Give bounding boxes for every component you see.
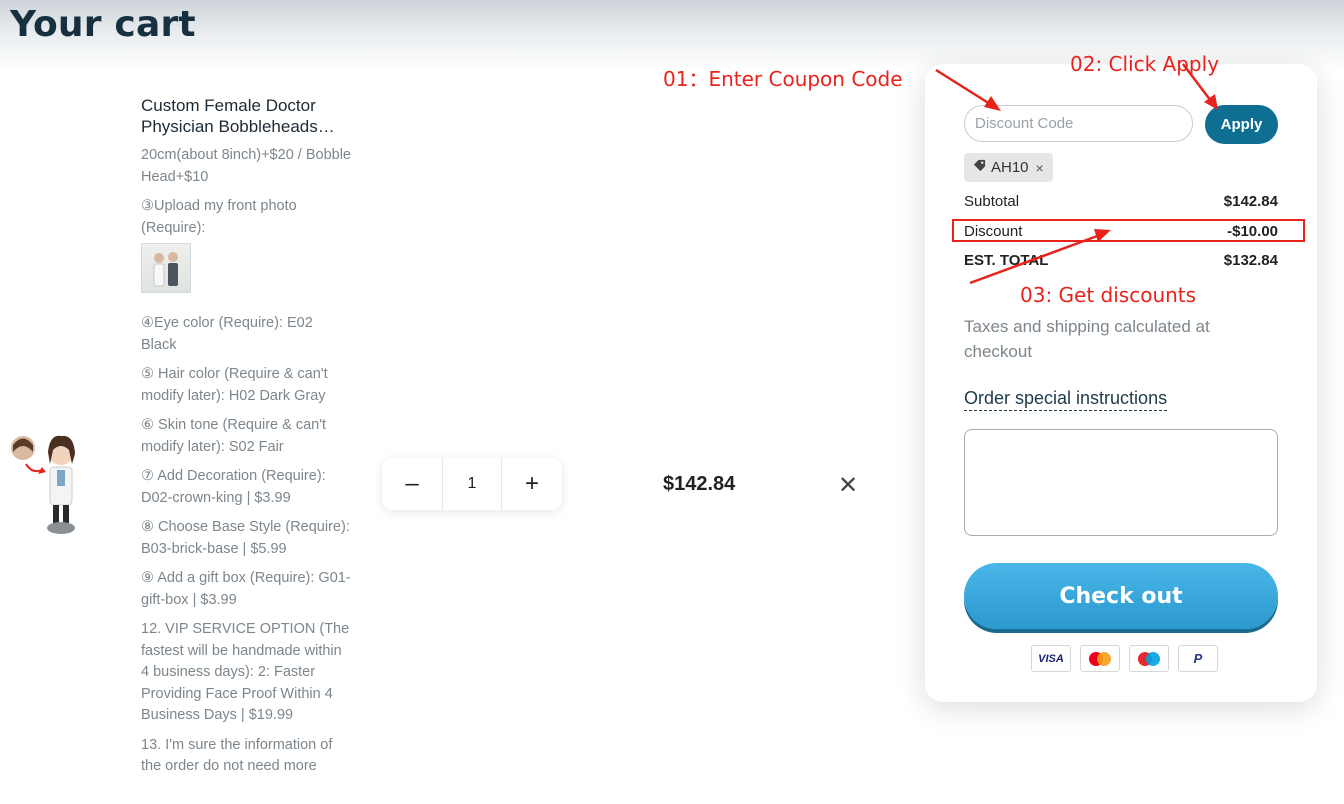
- subtotal-row: Subtotal $142.84: [964, 193, 1278, 210]
- tax-shipping-note: Taxes and shipping calculated at checkou…: [964, 317, 1210, 361]
- option-confirmation: 13. I'm sure the information of the orde…: [141, 736, 333, 775]
- annotation-step-2: 02: Click Apply: [1070, 52, 1220, 76]
- total-label: EST. TOTAL: [964, 252, 1049, 269]
- applied-coupon-tag: AH10 ×: [964, 153, 1053, 182]
- uploaded-photo-thumbnail: [141, 243, 191, 293]
- checkout-button[interactable]: Check out: [964, 563, 1278, 629]
- discount-code-input[interactable]: [964, 105, 1193, 142]
- option-size: 20cm(about 8inch)+$20 / Bobble Head+$10: [141, 147, 351, 185]
- payment-methods: VISA P: [1031, 645, 1218, 672]
- remove-coupon-button[interactable]: ×: [1036, 160, 1044, 176]
- option-upload-photo: ③Upload my front photo (Require):: [141, 198, 297, 236]
- option-vip-service: 12. VIP SERVICE OPTION (The fastest will…: [141, 621, 350, 723]
- paypal-icon: P: [1178, 645, 1218, 672]
- annotation-step-1: 01：Enter Coupon Code: [663, 67, 903, 91]
- apply-discount-button[interactable]: Apply: [1205, 105, 1278, 144]
- visa-icon: VISA: [1031, 645, 1071, 672]
- option-gift-box: ⑨ Add a gift box (Require): G01-gift-box…: [141, 570, 351, 608]
- quantity-stepper: – 1 +: [382, 458, 562, 510]
- total-row: EST. TOTAL $132.84: [964, 252, 1278, 269]
- maestro-icon: [1129, 645, 1169, 672]
- subtotal-label: Subtotal: [964, 193, 1020, 210]
- increase-quantity-button[interactable]: +: [502, 458, 562, 510]
- special-instructions-label[interactable]: Order special instructions: [964, 388, 1168, 411]
- quantity-input[interactable]: 1: [442, 458, 502, 510]
- annotation-step-3: 03: Get discounts: [1020, 283, 1197, 307]
- option-skin-tone: ⑥ Skin tone (Require & can't modify late…: [141, 417, 327, 455]
- coupon-code: AH10: [991, 159, 1029, 176]
- special-instructions-textarea[interactable]: [964, 429, 1278, 536]
- order-summary-card: Apply AH10 × Subtotal $142.84 Discount -…: [925, 64, 1317, 702]
- option-hair-color: ⑤ Hair color (Require & can't modify lat…: [141, 366, 328, 404]
- line-item-price: $142.84: [663, 473, 736, 495]
- page-title: Your cart: [10, 4, 196, 45]
- option-decoration: ⑦ Add Decoration (Require): D02-crown-ki…: [141, 468, 326, 506]
- tag-icon: [973, 159, 986, 176]
- product-title[interactable]: Custom Female Doctor Physician Bobblehea…: [141, 95, 351, 137]
- decrease-quantity-button[interactable]: –: [382, 458, 442, 510]
- remove-item-button[interactable]: ✕: [838, 471, 858, 500]
- mastercard-icon: [1080, 645, 1120, 672]
- total-value: $132.84: [1223, 252, 1278, 269]
- option-base-style: ⑧ Choose Base Style (Require): B03-brick…: [141, 519, 350, 557]
- product-image[interactable]: [8, 430, 102, 540]
- option-eye-color: ④Eye color (Require): E02 Black: [141, 315, 313, 353]
- subtotal-value: $142.84: [1223, 193, 1278, 210]
- discount-highlight-box: [952, 219, 1305, 242]
- product-details: Custom Female Doctor Physician Bobblehea…: [141, 95, 351, 786]
